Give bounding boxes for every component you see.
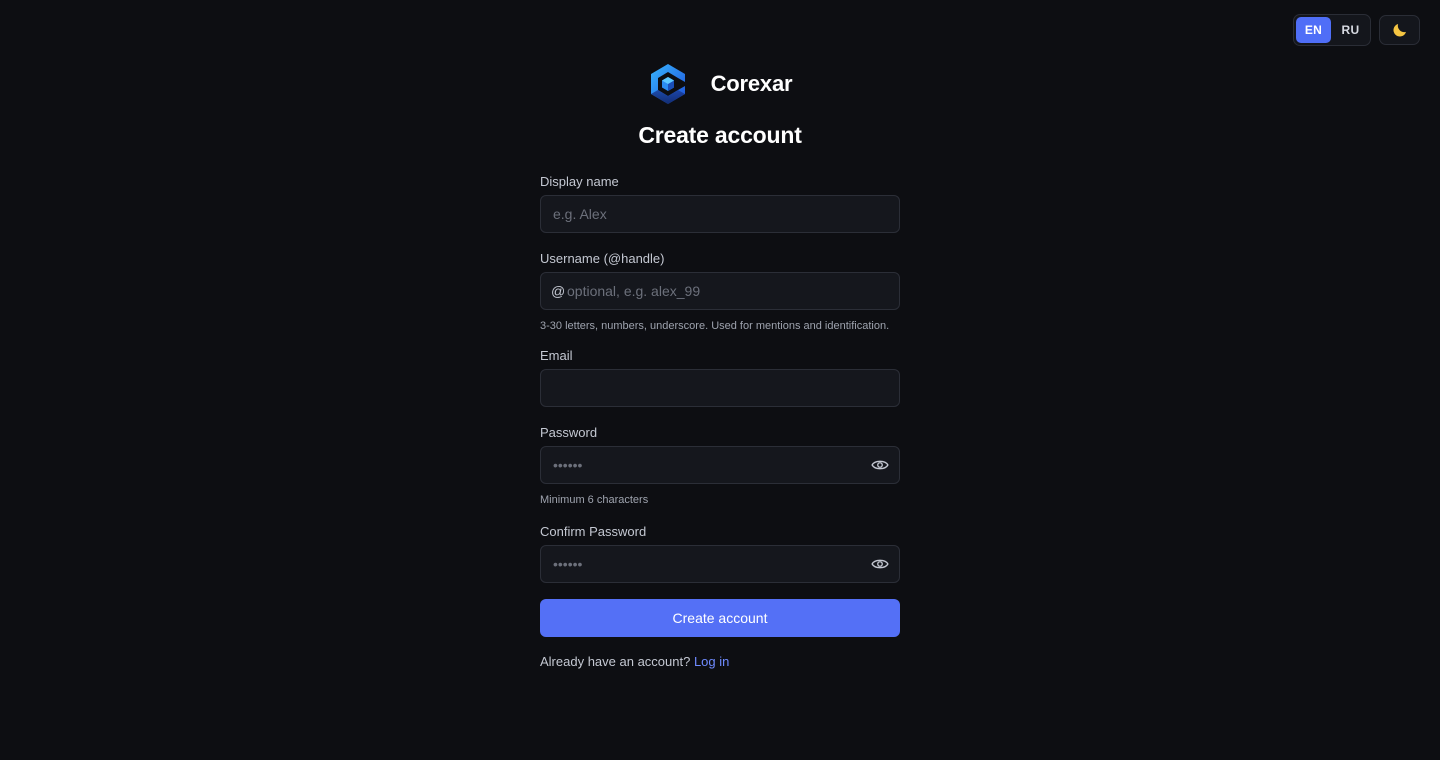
at-prefix: @ bbox=[551, 283, 566, 299]
email-field bbox=[540, 369, 900, 407]
email-group: Email bbox=[540, 348, 900, 407]
display-name-input[interactable] bbox=[541, 196, 899, 232]
confirm-password-input[interactable] bbox=[541, 546, 899, 582]
language-en-button[interactable]: EN bbox=[1296, 17, 1331, 43]
password-group: Password Minimum 6 characters bbox=[540, 425, 900, 507]
username-input[interactable] bbox=[541, 273, 899, 309]
username-field: @ bbox=[540, 272, 900, 310]
page-title: Create account bbox=[638, 122, 802, 148]
confirm-password-group: Confirm Password bbox=[540, 524, 900, 583]
language-ru-button[interactable]: RU bbox=[1333, 17, 1368, 43]
email-label: Email bbox=[540, 348, 573, 363]
brand: Corexar bbox=[540, 60, 900, 108]
username-label: Username (@handle) bbox=[540, 251, 665, 266]
confirm-password-label: Confirm Password bbox=[540, 524, 647, 539]
display-name-label: Display name bbox=[540, 174, 619, 189]
password-hint: Minimum 6 characters bbox=[540, 494, 649, 506]
eye-icon bbox=[871, 460, 889, 470]
top-controls: EN RU bbox=[1293, 14, 1420, 46]
theme-toggle-button[interactable] bbox=[1379, 15, 1420, 45]
password-visibility-toggle[interactable] bbox=[870, 456, 890, 474]
hexagon-cube-logo bbox=[650, 64, 685, 104]
username-group: Username (@handle) @ 3-30 letters, numbe… bbox=[540, 251, 900, 333]
password-input[interactable] bbox=[541, 447, 899, 483]
password-field bbox=[540, 446, 900, 484]
eye-icon bbox=[871, 559, 889, 569]
display-name-field bbox=[540, 195, 900, 233]
create-account-button[interactable]: Create account bbox=[540, 599, 900, 637]
password-label: Password bbox=[540, 425, 598, 440]
confirm-password-field bbox=[540, 545, 900, 583]
signup-card: Corexar Create account Display name User… bbox=[540, 60, 900, 669]
login-prompt: Already have an account? Log in bbox=[540, 654, 900, 669]
brand-name: Corexar bbox=[710, 71, 793, 96]
confirm-password-visibility-toggle[interactable] bbox=[870, 555, 890, 573]
language-switcher: EN RU bbox=[1293, 14, 1371, 46]
moon-icon bbox=[1392, 24, 1406, 37]
email-input[interactable] bbox=[541, 370, 899, 406]
display-name-group: Display name bbox=[540, 174, 900, 233]
signup-form: Display name Username (@handle) @ 3-30 l… bbox=[540, 174, 900, 669]
login-link[interactable]: Log in bbox=[694, 654, 729, 669]
username-hint: 3-30 letters, numbers, underscore. Used … bbox=[540, 320, 890, 332]
login-prompt-text: Already have an account? bbox=[540, 654, 691, 669]
